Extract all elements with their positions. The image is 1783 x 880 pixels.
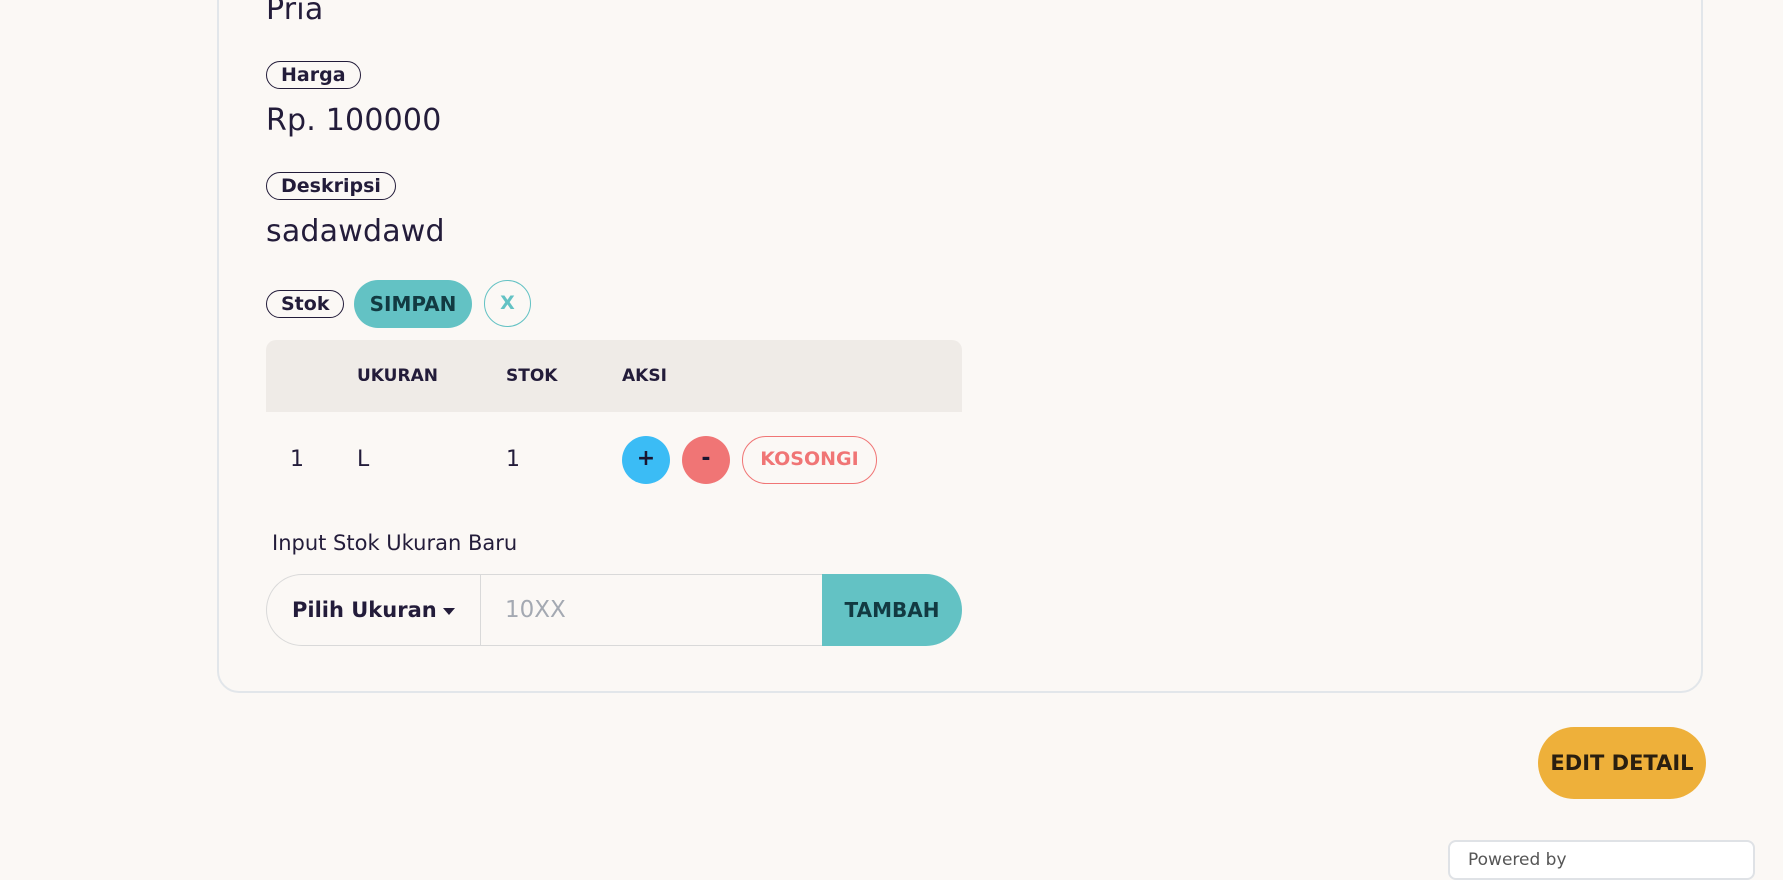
column-header-stock: STOK [506, 366, 558, 386]
row-number: 1 [290, 447, 304, 472]
row-stock: 1 [506, 447, 520, 472]
stock-quantity-input[interactable] [480, 574, 822, 646]
add-size-button[interactable]: TAMBAH [822, 574, 962, 646]
description-label: Deskripsi [266, 172, 396, 200]
edit-detail-button[interactable]: EDIT DETAIL [1538, 727, 1706, 799]
decrement-stock-button[interactable]: - [682, 436, 730, 484]
increment-stock-button[interactable]: + [622, 436, 670, 484]
powered-by-text: Powered by [1468, 850, 1567, 870]
row-size: L [357, 447, 370, 472]
price-value: Rp. 100000 [266, 103, 442, 138]
size-select[interactable]: Pilih Ukuran [266, 574, 480, 646]
cancel-stock-button[interactable]: X [484, 280, 531, 327]
gender-value: Pria [266, 0, 324, 27]
column-header-action: AKSI [622, 366, 667, 386]
stock-label: Stok [266, 290, 345, 318]
price-label: Harga [266, 61, 361, 89]
empty-stock-button[interactable]: KOSONGI [742, 436, 877, 484]
description-value: sadawdawd [266, 214, 445, 249]
size-select-value: Pilih Ukuran [292, 598, 437, 622]
save-stock-button[interactable]: SIMPAN [354, 280, 472, 328]
powered-by-badge[interactable]: Powered by [1448, 840, 1755, 880]
new-stock-label: Input Stok Ukuran Baru [272, 531, 518, 555]
new-stock-input-group: Pilih Ukuran TAMBAH [266, 574, 962, 646]
stock-table-header: UKURAN STOK AKSI [266, 340, 962, 412]
chevron-down-icon [443, 608, 455, 615]
column-header-size: UKURAN [357, 366, 438, 386]
